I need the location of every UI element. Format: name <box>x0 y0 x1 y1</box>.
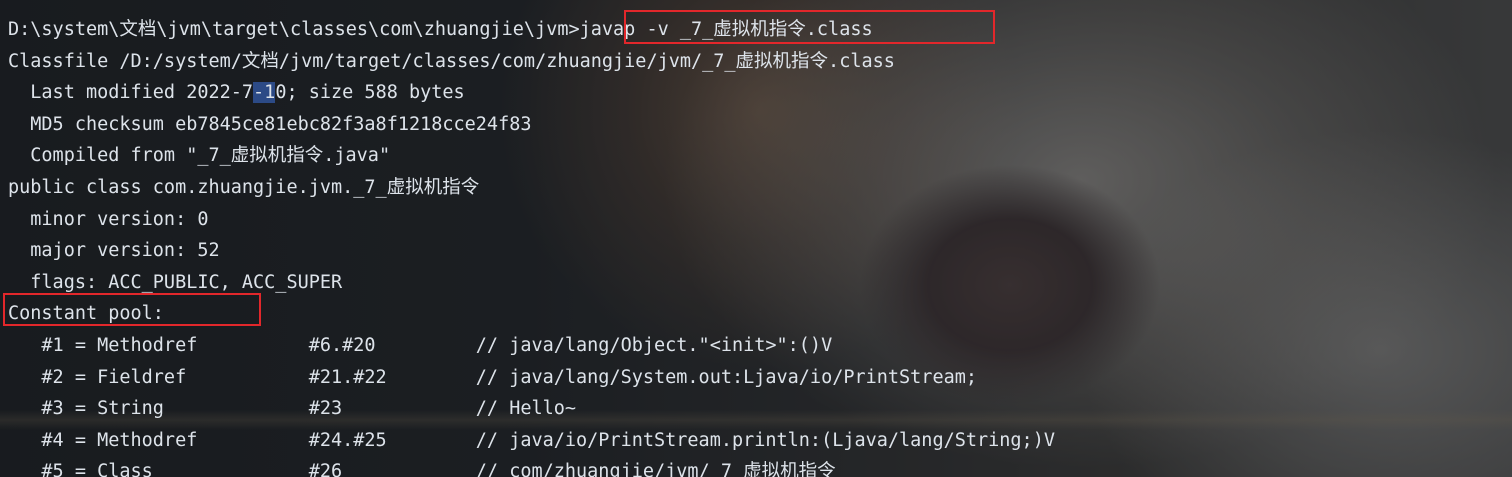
last-modified-prefix: Last modified 2022-7 <box>8 82 254 104</box>
md5-line: MD5 checksum eb7845ce81ebc82f3a8f1218cce… <box>8 113 532 135</box>
constant-pool-entry: #5 = Class #26 // com/zhuangjie/jvm/_7_虚… <box>8 461 836 477</box>
constant-pool-entry: #4 = Methodref #24.#25 // java/io/PrintS… <box>8 429 1055 451</box>
constant-pool-entry: #1 = Methodref #6.#20 // java/lang/Objec… <box>8 334 833 356</box>
last-modified-suffix: 0; size 588 bytes <box>275 82 465 104</box>
constant-pool-entry: #3 = String #23 // Hello~ <box>8 398 577 420</box>
command-highlight-box <box>624 10 995 44</box>
constant-pool-entry: #2 = Fieldref #21.#22 // java/lang/Syste… <box>8 366 978 388</box>
minor-version-line: minor version: 0 <box>8 208 209 230</box>
constant-pool-highlight-box <box>3 293 261 326</box>
last-modified-line: Last modified 2022-7-10; size 588 bytes <box>8 77 1512 109</box>
classfile-line: Classfile /D:/system/文档/jvm/target/class… <box>8 50 895 72</box>
terminal-output: D:\system\文档\jvm\target\classes\com\zhua… <box>8 14 1512 477</box>
text-selection: -1 <box>253 82 276 104</box>
class-declaration-line: public class com.zhuangjie.jvm._7_虚拟机指令 <box>8 176 480 198</box>
major-version-line: major version: 52 <box>8 240 220 262</box>
compiled-from-line: Compiled from "_7_虚拟机指令.java" <box>8 145 391 167</box>
prompt-path: D:\system\文档\jvm\target\classes\com\zhua… <box>8 19 580 40</box>
terminal-window[interactable]: D:\system\文档\jvm\target\classes\com\zhua… <box>0 0 1512 477</box>
